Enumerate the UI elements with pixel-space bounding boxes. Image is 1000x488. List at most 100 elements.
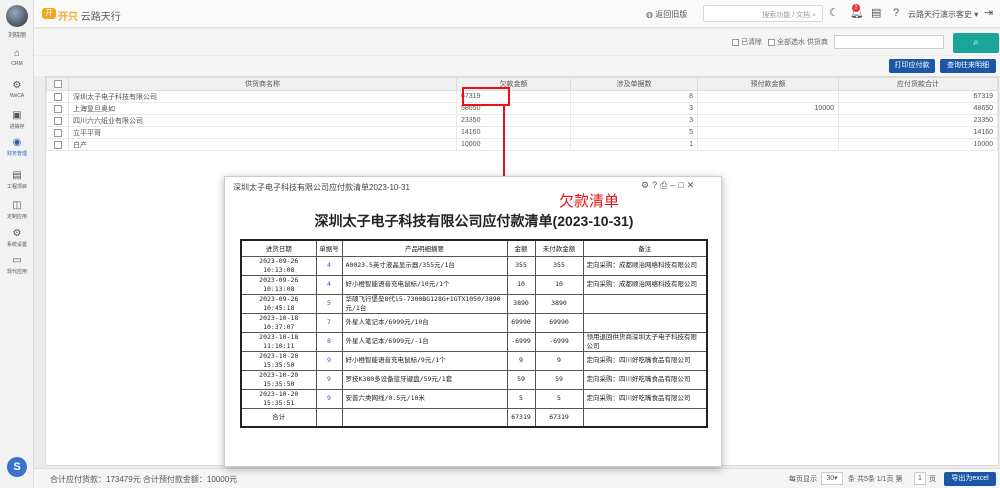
owed-amount-link[interactable]: 67319 [456,90,571,103]
detail-row: 2023-09-26 10:13:08 4 A0023.5英寸液晶显示器/355… [240,255,708,276]
doc-number-link[interactable]: 9 [315,388,343,409]
detail-row: 2023-10-18 10:37:07 7 外星人笔记本/6999元/10台 6… [240,312,708,333]
close-icon[interactable]: ✕ [687,180,698,190]
row-checkbox[interactable] [53,140,62,149]
account-menu[interactable]: 云路天行演示客史 ▾ [908,9,978,20]
row-checkbox[interactable] [53,128,62,137]
user-name: 刘晓丽 [7,33,26,39]
annotation-arrow [503,106,505,181]
maximize-icon[interactable]: □ [678,180,686,190]
filter-input[interactable] [834,35,944,49]
per-page-label: 每页显示 [789,476,817,483]
search-input[interactable]: 搜索功能 / 文档 ⌕ [703,5,823,22]
total-amount[interactable]: 10000 [838,138,998,151]
doc-count: 8 [570,90,698,103]
supplier-name: 四川六六纸业有限公司 [68,114,457,127]
detail-row: 2023-10-18 11:10:11 8 外星人笔记本/6999元/-1台 -… [240,331,708,352]
document-icon[interactable]: ▤ [871,7,881,19]
prepay-amount [697,138,839,151]
avatar[interactable] [6,5,28,27]
doc-number-link[interactable]: 9 [315,369,343,390]
total-amount[interactable]: 23350 [838,114,998,127]
owed-amount-link[interactable]: 23350 [456,114,571,127]
row-checkbox[interactable] [53,116,62,125]
doc-number-link[interactable]: 9 [315,350,343,371]
help-icon[interactable]: ? [893,7,899,19]
total-amount[interactable]: 48650 [838,102,998,115]
sidebar-item-project[interactable]: ▤ 工程项目 [0,170,34,198]
doc-number-link[interactable]: 5 [315,293,343,314]
detail-row: 2023-10-20 15:35:50 9 罗技K380多设备蓝牙键盘/59元/… [240,369,708,390]
table-row[interactable]: 白产 10000 1 10000 [46,138,998,151]
table-row[interactable]: 四川六六纸业有限公司 23350 3 23350 [46,114,998,127]
brand-title: 开只 云路天行 [58,12,121,23]
company-logo-icon: S [7,457,27,477]
row-checkbox[interactable] [53,92,62,101]
doc-count: 1 [570,138,698,151]
settings-icon: ⚙ [12,228,22,239]
owed-amount-link[interactable]: 14160 [456,126,571,139]
page-number-input[interactable]: 1 [914,472,926,485]
weca-icon: ⚙ [12,80,22,91]
project-icon: ▤ [12,170,22,181]
modern-app-icon: ▭ [12,255,22,266]
doc-count: 5 [570,126,698,139]
total-amount[interactable]: 67319 [838,90,998,103]
table-row[interactable]: 立平平哥 14160 5 14160 [46,126,998,139]
sidebar-item-modern-app[interactable]: ▭ 现代应用 [0,255,34,283]
back-to-old-version-link[interactable]: ◍ 返回旧版 [646,9,687,20]
notification-badge: 2 [852,4,860,12]
crm-icon: ⌂ [13,48,21,59]
doc-number-link[interactable]: 4 [315,255,343,276]
dialog-toolbar: ⚙?⎙–□✕ [641,180,697,191]
detail-row: 2023-10-20 15:35:51 9 安普六类网线/0.5元/10米 5 … [240,388,708,409]
sidebar-item-weca[interactable]: ⚙ WeCA [0,80,34,108]
search-button[interactable]: ⌕ [953,33,999,53]
table-row[interactable]: 深圳太子电子科技有限公司 67319 8 67319 [46,90,998,103]
doc-number-link[interactable]: 8 [315,331,343,352]
search-icon: ⌕ [973,37,979,48]
supplier-name: 白产 [68,138,457,151]
page-info: 条 共5条 1/1页 第 [848,476,903,483]
settings-icon[interactable]: ⚙ [641,180,652,190]
per-page-select[interactable]: 30▾ [821,472,843,485]
prepay-amount [697,114,839,127]
detail-row: 2023-09-26 10:45:18 5 华硕飞行堡垒8代i5-7300BG1… [240,293,708,314]
logout-icon[interactable]: ⇥ [984,7,993,19]
total-amount[interactable]: 14160 [838,126,998,139]
sidebar-item-finance[interactable]: ◉ 财务管理 [0,137,34,165]
footer-summary: 合计应付货款：173479元 合计预付款金额：10000元 [50,475,238,484]
header-prepay: 预付款金额 [697,77,839,91]
table-row[interactable]: 上海复旦奥如 58650 3 10000 48650 [46,102,998,115]
owed-amount-link[interactable]: 58650 [456,102,571,115]
supplier-name: 立平平哥 [68,126,457,139]
doc-count: 3 [570,102,698,115]
header-supplier: 供货商名称 [68,77,457,91]
print-payables-button[interactable]: 打印应付款 [889,59,935,73]
detail-row: 2023-09-26 10:13:08 4 好小橙智能语音充电鼠标/10元/1个… [240,274,708,295]
doc-number-link[interactable]: 7 [315,312,343,333]
supplier-name: 深圳太子电子科技有限公司 [68,90,457,103]
sidebar-item-crm[interactable]: ⌂ CRM [0,48,34,76]
export-excel-button[interactable]: 导出为excel [944,472,996,486]
filter-supplier-checkbox[interactable]: 全部选水 供货商 [768,37,828,47]
footer: 合计应付货款：173479元 合计预付款金额：10000元 每页显示 30▾ 条… [34,468,1000,488]
filter-cleared-checkbox[interactable]: 已清除 [732,37,762,47]
row-checkbox[interactable] [53,104,62,113]
page-suffix: 页 [929,476,936,483]
query-details-button[interactable]: 查询往来明细 [940,59,996,73]
supplier-name: 上海复旦奥如 [68,102,457,115]
sidebar-item-custom-app[interactable]: ◫ 定制应用 [0,200,34,228]
search-icon: ⌕ [812,12,816,19]
help-icon[interactable]: ? [652,180,660,190]
print-icon[interactable]: ⎙ [660,180,670,190]
detail-header-row: 进货日期 单据号 产品明细摘要 金额 未付款金额 备注 [240,239,708,257]
sidebar-item-settings[interactable]: ⚙ 系统设置 [0,228,34,256]
dark-mode-icon[interactable]: ☾ [829,7,839,19]
top-bar: 开 开只 云路天行 ◍ 返回旧版 搜索功能 / 文档 ⌕ ☾ 🔔︎ 2 ▤ ? … [34,0,1000,28]
owed-amount-link[interactable]: 10000 [456,138,571,151]
doc-count: 3 [570,114,698,127]
detail-row: 2023-10-20 15:35:50 9 好小橙智能语音充电鼠标/9元/1个 … [240,350,708,371]
doc-number-link[interactable]: 4 [315,274,343,295]
sidebar-item-inventory[interactable]: ▣ 进销存 [0,110,34,138]
